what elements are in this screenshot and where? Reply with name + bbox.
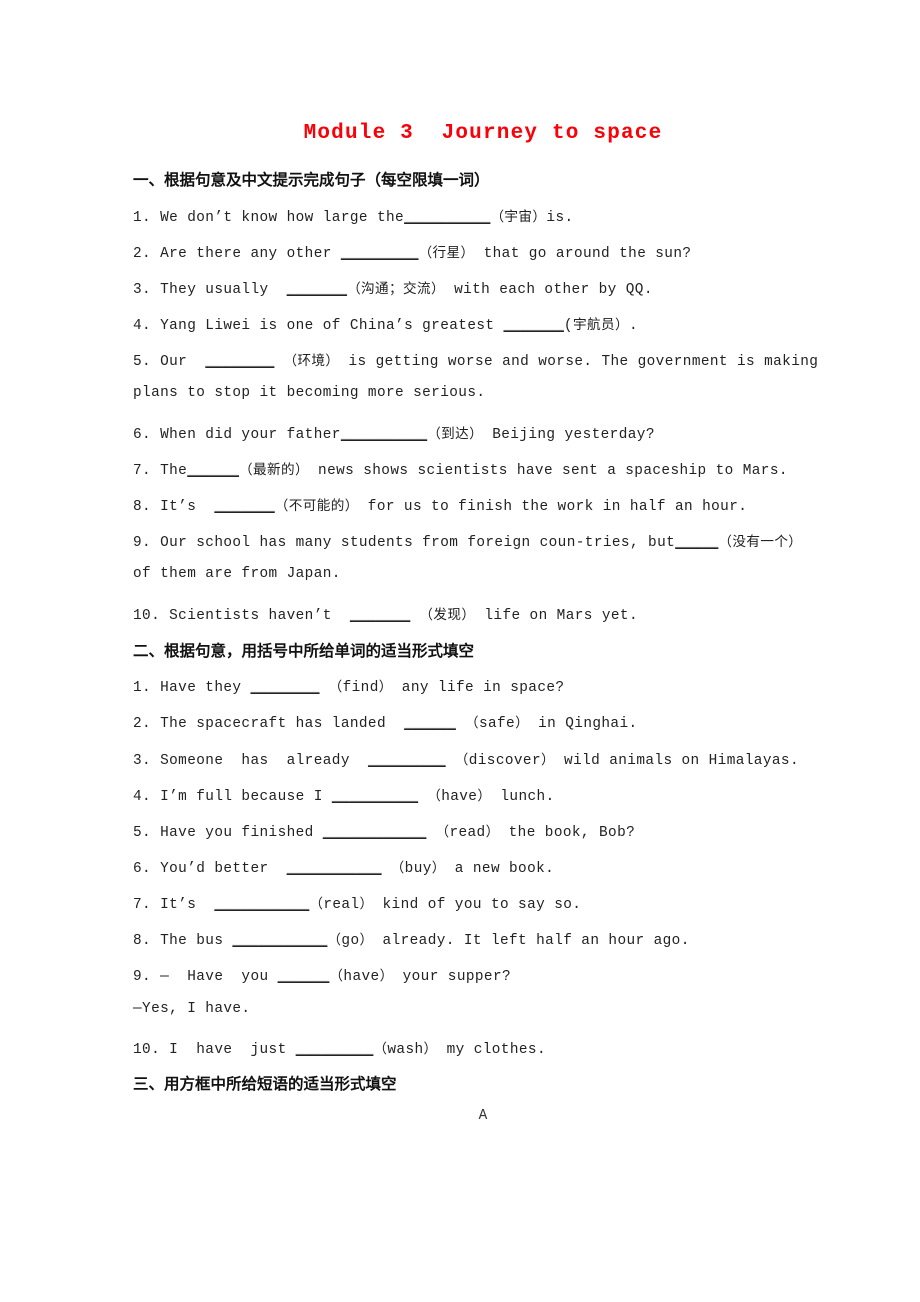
- chinese-hint: ）: [378, 679, 393, 695]
- answer-blank[interactable]: _______: [287, 282, 347, 298]
- question-line: 6. You’d better ___________ （buy） a new …: [133, 860, 555, 877]
- answer-blank[interactable]: ______: [187, 463, 239, 479]
- question-line: 2. The spacecraft has landed ______ （saf…: [133, 715, 638, 732]
- chinese-hint: ）: [541, 752, 556, 768]
- answer-blank[interactable]: __________: [341, 427, 427, 443]
- question-line: 8. It’s _______（不可能的） for us to finish t…: [133, 498, 748, 515]
- question-line: 5. Have you finished ____________ （read）…: [133, 824, 636, 841]
- chinese-hint: （不可能的）: [274, 498, 359, 514]
- question-line: of them are from Japan.: [133, 566, 341, 582]
- chinese-hint: 宇航员）: [572, 317, 629, 333]
- chinese-hint: （: [454, 752, 469, 768]
- question-line: 8. The bus ___________（go） already. It l…: [133, 932, 690, 949]
- chinese-hint: ）: [431, 860, 446, 876]
- answer-blank[interactable]: __________: [404, 210, 490, 226]
- chinese-hint: （: [464, 715, 479, 731]
- chinese-hint: ）: [477, 788, 492, 804]
- chinese-hint: （: [390, 860, 405, 876]
- answer-blank[interactable]: ___________: [287, 861, 382, 877]
- chinese-hint: （最新的）: [239, 462, 310, 478]
- answer-blank[interactable]: ___________: [214, 897, 309, 913]
- question-line: 6. When did your father__________（到达） Be…: [133, 426, 655, 443]
- section-heading: 三、用方框中所给短语的适当形式填空: [133, 1075, 397, 1093]
- worksheet-page: Module 3 Journey to space 一、根据句意及中文提示完成句…: [0, 0, 920, 1302]
- chinese-hint: （: [373, 1041, 388, 1057]
- chinese-hint: （沟通；交流）: [347, 281, 446, 297]
- chinese-hint: （到达）: [427, 426, 484, 442]
- answer-blank[interactable]: ________: [250, 680, 319, 696]
- chinese-hint: ）: [515, 715, 530, 731]
- answer-blank[interactable]: _______: [503, 318, 563, 334]
- question-line: 1. We don’t know how large the__________…: [133, 209, 574, 226]
- section-heading: 一、根据句意及中文提示完成句子（每空限填一词）: [133, 171, 490, 189]
- page-title: Module 3 Journey to space: [303, 122, 663, 145]
- question-line: 10. I have just _________（wash） my cloth…: [133, 1041, 546, 1058]
- answer-blank[interactable]: ______: [404, 716, 456, 732]
- question-line: 5. Our ________ （环境） is getting worse an…: [133, 353, 819, 370]
- answer-blank[interactable]: _________: [341, 246, 419, 262]
- chinese-hint: （: [309, 896, 324, 912]
- question-line: 4. Yang Liwei is one of China’s greatest…: [133, 317, 638, 334]
- question-line: 10. Scientists haven’t _______ （发现） life…: [133, 607, 638, 624]
- question-line: —Yes, I have.: [133, 1001, 251, 1017]
- question-line: 3. They usually _______（沟通；交流） with each…: [133, 281, 653, 298]
- chinese-hint: ）: [423, 1041, 438, 1057]
- page-marker: A: [478, 1108, 488, 1124]
- answer-blank[interactable]: _________: [296, 1042, 374, 1058]
- chinese-hint: ）: [359, 932, 374, 948]
- question-line: 3. Someone has already _________ （discov…: [133, 752, 799, 769]
- chinese-hint: （发现）: [419, 607, 476, 623]
- chinese-hint: （: [435, 824, 450, 840]
- chinese-hint: （: [427, 788, 442, 804]
- question-line: 9. Our school has many students from for…: [133, 534, 803, 551]
- answer-blank[interactable]: _________: [368, 753, 446, 769]
- answer-blank[interactable]: ______: [278, 969, 330, 985]
- question-line: 4. I’m full because I __________ （have） …: [133, 788, 555, 805]
- chinese-hint: （: [329, 968, 344, 984]
- question-line: 7. The______（最新的） news shows scientists …: [133, 462, 788, 479]
- chinese-hint: （宇宙）: [490, 209, 547, 225]
- answer-blank[interactable]: ____________: [323, 825, 427, 841]
- answer-blank[interactable]: ________: [205, 354, 274, 370]
- chinese-hint: （没有一个）: [718, 534, 803, 550]
- chinese-hint: （环境）: [283, 353, 340, 369]
- chinese-hint: ）: [485, 824, 500, 840]
- chinese-hint: （行星）: [418, 245, 475, 261]
- chinese-hint: （: [328, 679, 343, 695]
- answer-blank[interactable]: __________: [332, 789, 418, 805]
- answer-blank[interactable]: ___________: [232, 933, 327, 949]
- answer-blank[interactable]: _____: [675, 535, 718, 551]
- question-line: plans to stop it becoming more serious.: [133, 385, 486, 401]
- question-line: 9. — Have you ______（have） your supper?: [133, 968, 512, 985]
- chinese-hint: （: [327, 932, 342, 948]
- answer-blank[interactable]: _______: [214, 499, 274, 515]
- answer-blank[interactable]: _______: [350, 608, 410, 624]
- question-line: 2. Are there any other _________（行星） tha…: [133, 245, 692, 262]
- question-line: 1. Have they ________ （find） any life in…: [133, 679, 565, 696]
- question-line: 7. It’s ___________（real） kind of you to…: [133, 896, 582, 913]
- section-heading: 二、根据句意，用括号中所给单词的适当形式填空: [133, 642, 475, 660]
- chinese-hint: ）: [379, 968, 394, 984]
- chinese-hint: ）: [359, 896, 374, 912]
